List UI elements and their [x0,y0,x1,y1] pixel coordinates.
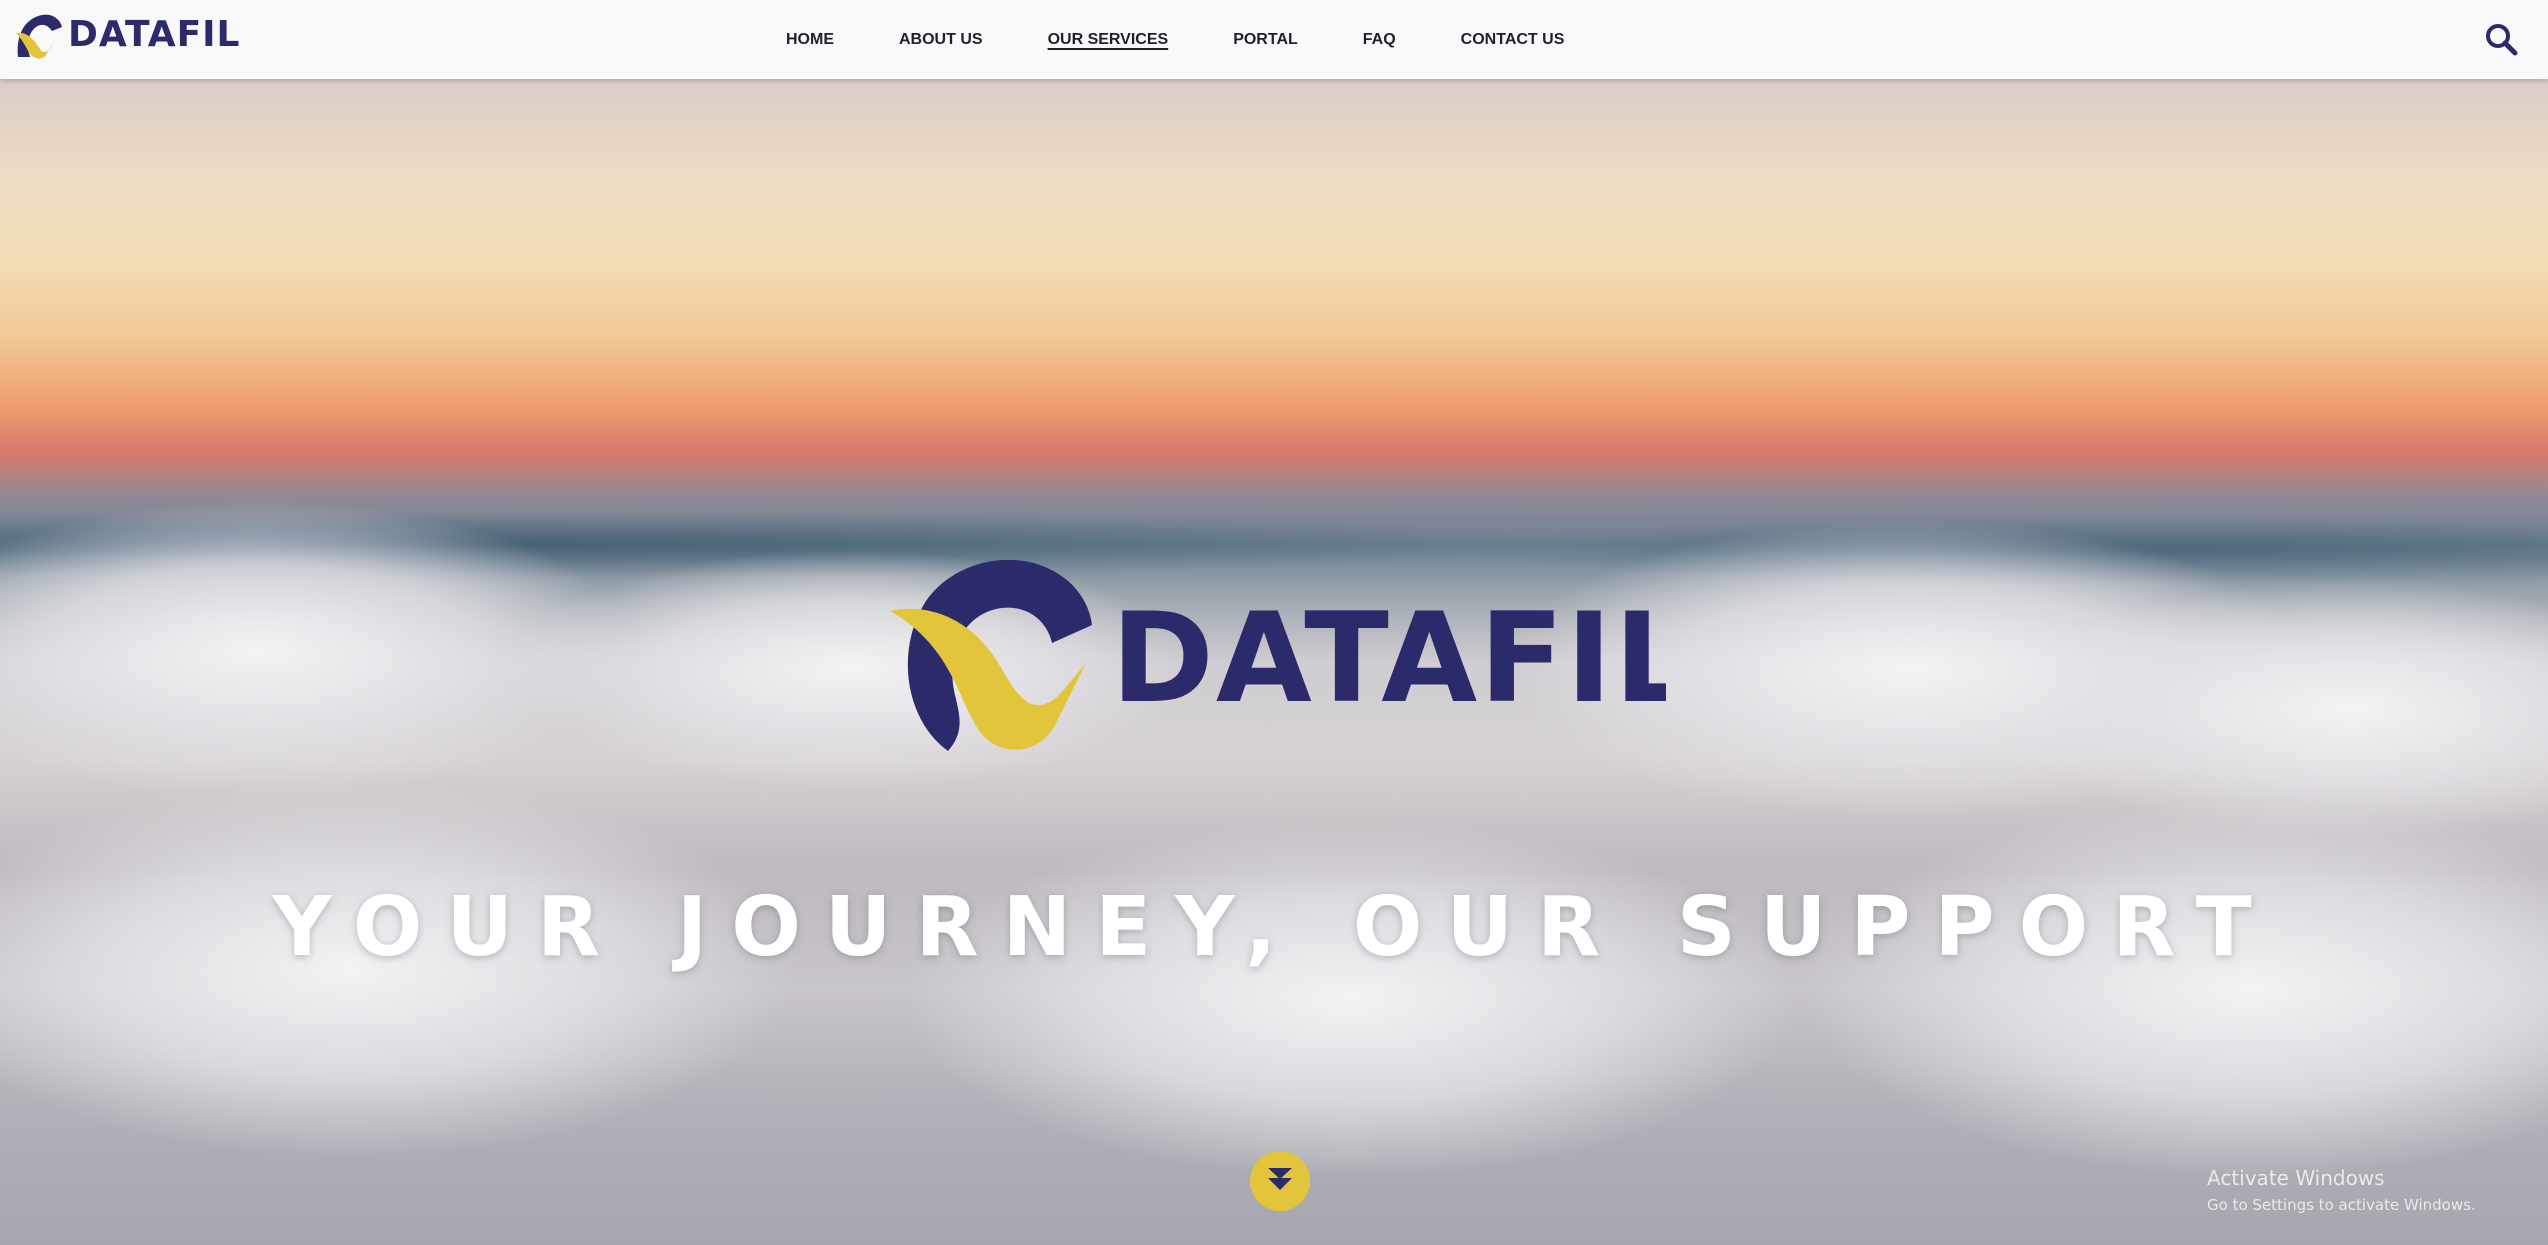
nav-portal[interactable]: PORTAL [1233,31,1298,49]
nav-our-services[interactable]: OUR SERVICES [1048,31,1169,49]
nav-contact-us[interactable]: CONTACT US [1461,31,1565,49]
brand-logo-icon [12,9,64,61]
nav-home[interactable]: HOME [786,31,834,49]
hero-cloud [1800,799,2548,1179]
activate-windows-watermark: Activate Windows Go to Settings to activ… [2207,1166,2476,1214]
nav-about-us[interactable]: ABOUT US [899,31,983,49]
brand-logo-link[interactable]: DATAFIL [12,8,241,62]
watermark-title: Activate Windows [2207,1166,2385,1190]
hero-tagline: YOUR JOURNEY, OUR SUPPORT [272,880,2276,975]
site-header: DATAFIL HOME ABOUT US OUR SERVICES PORTA… [0,0,2548,79]
brand-name: DATAFIL [68,14,241,55]
hero-logo-text: DATAFIL [1111,587,1666,731]
watermark-subtitle: Go to Settings to activate Windows. [2207,1196,2476,1214]
hero-logo-mark [890,559,1092,751]
search-button[interactable] [2484,22,2518,56]
hero-cloud [900,819,1800,1179]
main-nav: HOME ABOUT US OUR SERVICES PORTAL FAQ CO… [786,0,1564,79]
hero-logo: DATAFIL [886,551,1666,761]
hero-section: DATAFIL YOUR JOURNEY, OUR SUPPORT [0,79,2548,1245]
nav-faq[interactable]: FAQ [1363,31,1396,49]
search-icon [2484,24,2518,60]
double-chevron-down-icon [1266,1165,1294,1198]
scroll-down-button[interactable] [1250,1151,1310,1211]
